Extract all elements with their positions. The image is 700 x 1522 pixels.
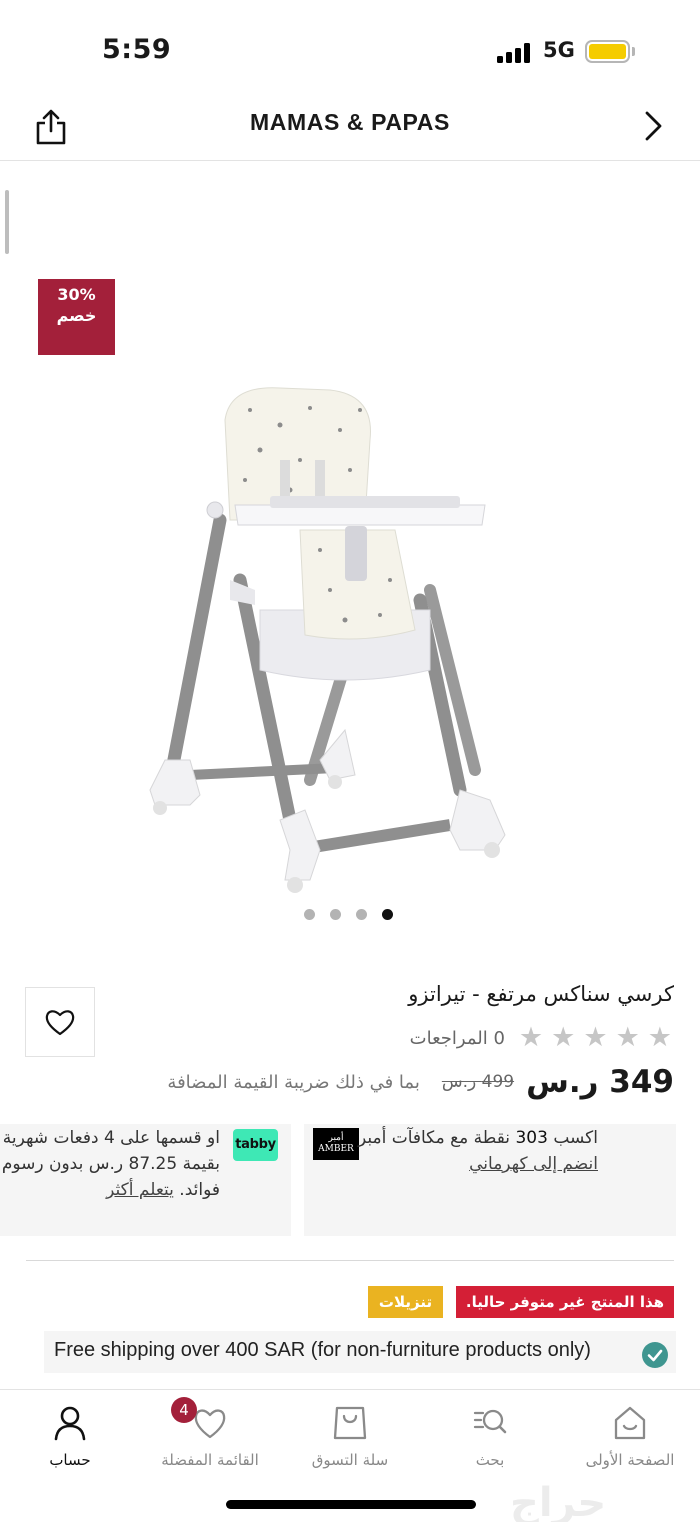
star-icon: ★: [583, 1022, 608, 1053]
discount-badge: 30% خصم: [38, 279, 115, 355]
search-icon: [473, 1409, 507, 1434]
nav-search[interactable]: بحث: [420, 1404, 560, 1469]
carousel-dots: [304, 909, 393, 920]
star-icon: ★: [551, 1022, 576, 1053]
star-icon: ★: [615, 1022, 640, 1053]
wishlist-count-badge: 4: [171, 1397, 197, 1423]
brand-title: MAMAS & PAPAS: [250, 109, 450, 135]
amber-prefix: اكسب: [553, 1128, 598, 1148]
tabby-line3: فوائد. يتعلم أكثر: [0, 1177, 220, 1203]
nav-home[interactable]: الصفحة الأولى: [560, 1404, 700, 1469]
tabby-logo: tabby: [233, 1129, 278, 1161]
carousel-dot[interactable]: [356, 909, 367, 920]
heart-icon: [194, 1409, 226, 1439]
discount-percent: 30%: [57, 285, 96, 304]
carousel-dot[interactable]: [330, 909, 341, 920]
home-indicator[interactable]: [226, 1500, 476, 1509]
nav-account[interactable]: حساب: [0, 1404, 140, 1469]
next-button[interactable]: [638, 108, 668, 144]
carousel-dot-active[interactable]: [382, 909, 393, 920]
unavailable-tag: هذا المنتج غير متوفر حاليا.: [456, 1286, 674, 1318]
tabby-text: او قسمها على 4 دفعات شهرية بقيمة 87.25 ر…: [0, 1125, 220, 1203]
network-label: 5G: [543, 38, 575, 62]
reviews-link[interactable]: 0 المراجعات: [410, 1028, 505, 1049]
heart-icon: [45, 1010, 75, 1036]
star-icon: ★: [647, 1022, 672, 1053]
star-icon: ★: [518, 1022, 544, 1053]
price-row: 349 ر.س 499 ر.س بما في ذلك ضريبة القيمة …: [167, 1064, 674, 1100]
battery-tip: [632, 47, 635, 56]
home-icon: [614, 1406, 646, 1440]
price-current: 349 ر.س: [526, 1064, 674, 1100]
amber-logo: أمبر AMBER: [313, 1128, 359, 1160]
add-to-wishlist-button[interactable]: [25, 987, 95, 1057]
rating-stars[interactable]: ★ ★ ★ ★ ★: [519, 1024, 672, 1052]
shipping-banner: Free shipping over 400 SAR (for non-furn…: [44, 1331, 676, 1373]
nav-wishlist[interactable]: القائمة المفضلة: [140, 1404, 280, 1469]
discount-label: خصم: [56, 306, 97, 325]
signal-icon: [497, 43, 530, 63]
tabby-line1: او قسمها على 4 دفعات شهرية: [2, 1128, 220, 1148]
shopping-bag-icon: [333, 1406, 367, 1440]
sale-tag: تنزيلات: [368, 1286, 443, 1318]
nav-wishlist-label: القائمة المفضلة: [161, 1451, 259, 1469]
vat-note: بما في ذلك ضريبة القيمة المضافة: [167, 1071, 420, 1093]
person-icon: [54, 1406, 86, 1441]
nav-account-label: حساب: [49, 1451, 91, 1469]
scroll-indicator[interactable]: [5, 190, 9, 254]
rating-row: ★ ★ ★ ★ ★ 0 المراجعات: [410, 1024, 672, 1052]
header: MAMAS & PAPAS: [0, 95, 700, 161]
shipping-text: Free shipping over 400 SAR (for non-furn…: [54, 1339, 591, 1361]
amber-logo-ar: أمبر: [328, 1133, 344, 1143]
amber-text: اكسب 303 نقطة مع مكافآت أمبر انضم إلى كه…: [358, 1125, 598, 1177]
chevron-right-icon: [645, 111, 662, 141]
nav-cart[interactable]: سلة التسوق: [280, 1404, 420, 1469]
amber-points: 303: [515, 1128, 548, 1148]
amber-suffix: نقطة مع مكافآت أمبر: [357, 1128, 511, 1148]
watermark: حراج: [510, 1480, 607, 1522]
status-bar: 5:59 5G: [0, 0, 700, 95]
status-time: 5:59: [102, 34, 172, 65]
amber-points-line: اكسب 303 نقطة مع مكافآت أمبر: [358, 1125, 598, 1151]
amber-logo-en: AMBER: [318, 1144, 354, 1154]
product-title: كرسي سناكس مرتفع - تيراتزو: [408, 982, 674, 1006]
nav-search-label: بحث: [475, 1451, 505, 1469]
battery-icon: [585, 40, 630, 63]
tabby-line3-prefix: فوائد.: [179, 1180, 220, 1200]
tabby-learn-more-link[interactable]: يتعلم أكثر: [106, 1180, 174, 1200]
price-old: 499 ر.س: [441, 1072, 515, 1092]
divider: [26, 1260, 674, 1261]
tabby-line2: بقيمة 87.25 ر.س بدون رسوم او: [0, 1154, 220, 1174]
nav-home-label: الصفحة الأولى: [585, 1451, 675, 1469]
carousel-dot[interactable]: [304, 909, 315, 920]
product-image[interactable]: [130, 380, 530, 900]
check-circle-icon: [642, 1342, 668, 1368]
amber-join-link[interactable]: انضم إلى كهرماني: [469, 1154, 598, 1174]
nav-cart-label: سلة التسوق: [311, 1451, 389, 1469]
